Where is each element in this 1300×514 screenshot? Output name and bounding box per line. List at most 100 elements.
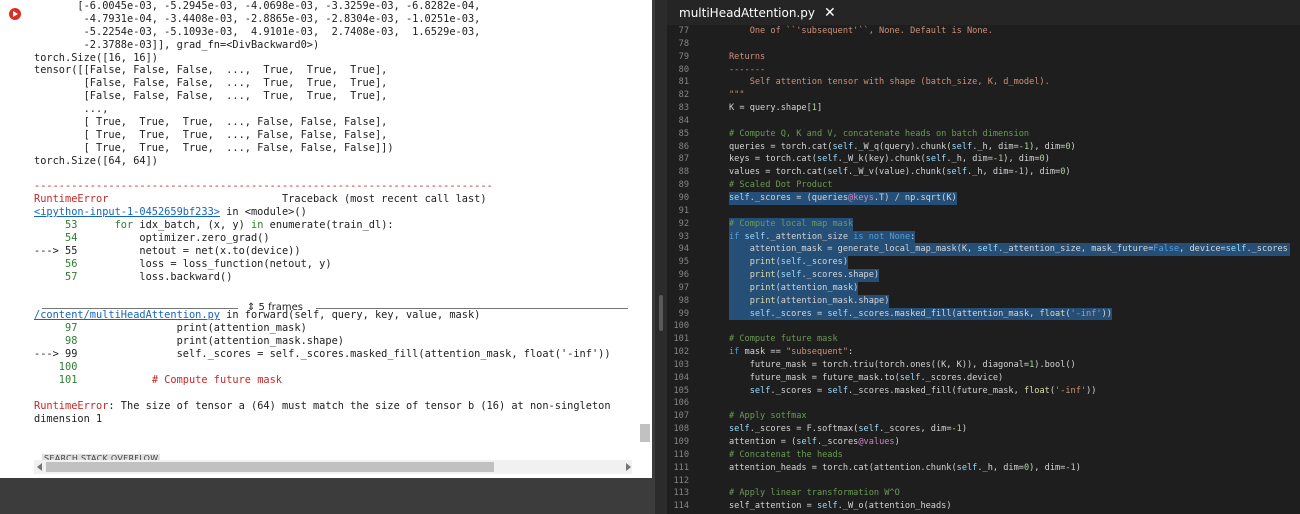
line-number: 77 (678, 26, 689, 36)
output-line: -2.3788e-03]], grad_fn=<DivBackward0>) (34, 38, 320, 51)
code-line[interactable]: 96 print(self._scores.shape) (667, 269, 1300, 282)
code-text: Self attention tensor with shape (batch_… (729, 77, 1050, 88)
traceback-label: Traceback (most recent call last) (108, 193, 487, 206)
scroll-left-arrow-icon[interactable] (37, 463, 42, 471)
code-line[interactable]: 85 # Compute Q, K and V, concatenate head… (667, 128, 1300, 141)
code-line[interactable]: 80 ------- (667, 64, 1300, 77)
line-number: 113 (673, 488, 689, 499)
code-line[interactable]: 77 One of ``'subsequent'``, None. Defaul… (667, 25, 1300, 38)
traceback-code-line: 101 # Compute future mask (34, 374, 634, 387)
output-line: [False, False, False, ..., True, True, T… (34, 77, 388, 90)
code-line[interactable]: 92 # Compute local map mask (667, 217, 1300, 231)
traceback-line-number: 101 (34, 373, 78, 386)
error-name: RuntimeError (34, 193, 109, 206)
code-line[interactable]: 82 """ (667, 89, 1300, 102)
code-line[interactable]: 86 queries = torch.cat(self._W_q(query).c… (667, 141, 1300, 154)
line-number: 83 (678, 103, 689, 114)
code-line[interactable]: 109 attention = (self._scores@values) (667, 436, 1300, 449)
code-text: self._scores = self._scores.masked_fill(… (749, 385, 1097, 396)
code-line[interactable]: 88 values = torch.cat(self._W_v(value).ch… (667, 166, 1300, 179)
code-line[interactable]: 111 attention_heads = torch.cat(attention… (667, 462, 1300, 475)
run-cell-button[interactable] (9, 8, 21, 20)
code-line[interactable]: 114 self_attention = self._W_o(attention_… (667, 500, 1300, 513)
editor-scrollbar[interactable] (1290, 25, 1300, 514)
output-vertical-scrollbar[interactable] (638, 0, 652, 478)
code-line[interactable]: 102 if mask == "subsequent": (667, 346, 1300, 359)
search-stack-overflow-button[interactable]: SEARCH STACK OVERFLOW (42, 454, 161, 460)
scroll-right-arrow-icon[interactable] (626, 463, 631, 471)
line-number: 105 (673, 385, 689, 396)
code-line[interactable]: 81 Self attention tensor with shape (bat… (667, 76, 1300, 89)
output-line: torch.Size([16, 16]) (34, 51, 158, 64)
cell-output: [-6.0045e-03, -5.2945e-03, -4.0698e-03, … (34, 0, 634, 425)
traceback-code-line: 100 (34, 361, 634, 374)
output-vertical-scroll-thumb[interactable] (640, 424, 650, 442)
output-line: [-6.0045e-03, -5.2945e-03, -4.0698e-03, … (34, 0, 481, 12)
output-line: tensor([[False, False, False, ..., True,… (34, 64, 388, 77)
line-number: 110 (673, 449, 689, 460)
code-text: self._scores = (queries@keys.T) / np.sqr… (729, 191, 957, 205)
error-name: RuntimeError (34, 399, 109, 412)
line-number: 84 (678, 115, 689, 126)
code-line[interactable]: 98 print(attention_mask.shape) (667, 294, 1300, 308)
editor-tab[interactable]: multiHeadAttention.py ✕ (679, 0, 836, 25)
notebook-pane: [-6.0045e-03, -5.2945e-03, -4.0698e-03, … (0, 0, 655, 514)
traceback-line-number: ---> 55 (34, 244, 78, 257)
code-line[interactable]: 100 (667, 320, 1300, 333)
code-line[interactable]: 99 self._scores = self._scores.masked_fi… (667, 307, 1300, 321)
code-line[interactable]: 78 (667, 38, 1300, 51)
line-number: 79 (678, 51, 689, 62)
traceback-code-line: ---> 55 netout = net(x.to(device)) (34, 245, 634, 258)
line-number: 87 (678, 154, 689, 165)
line-number: 114 (673, 501, 689, 512)
code-line[interactable]: 101 # Compute future mask (667, 333, 1300, 346)
code-line[interactable]: 103 future_mask = torch.triu(torch.ones(… (667, 359, 1300, 372)
code-line[interactable]: 91 (667, 205, 1300, 218)
line-number: 93 (678, 231, 689, 242)
line-number: 100 (673, 321, 689, 332)
code-line[interactable]: 108 self._scores = F.softmax(self._scores… (667, 423, 1300, 436)
output-horizontal-scroll-thumb[interactable] (46, 462, 494, 472)
line-number: 99 (678, 308, 689, 319)
frames-toggle[interactable]: ⇕ 5 frames (247, 302, 303, 313)
code-line[interactable]: 79 Returns (667, 51, 1300, 64)
code-line[interactable]: 90 self._scores = (queries@keys.T) / np.s… (667, 191, 1300, 205)
line-number: 104 (673, 372, 689, 383)
code-line[interactable]: 94 attention_mask = generate_local_map_m… (667, 243, 1300, 257)
code-line[interactable]: 84 (667, 115, 1300, 128)
code-line[interactable]: 83 K = query.shape[1] (667, 102, 1300, 115)
line-number: 111 (673, 462, 689, 473)
ipython-input-link[interactable]: <ipython-input-1-0452659bf233> (34, 206, 220, 218)
code-text: loss.backward() (77, 270, 233, 283)
code-text: """ (729, 90, 745, 101)
code-line[interactable]: 93 if self._attention_size is not None: (667, 230, 1300, 244)
code-text: print(attention_mask.shape) (77, 335, 344, 348)
pane-splitter[interactable] (655, 0, 667, 514)
code-line[interactable]: 87 keys = torch.cat(self._W_k(key).chunk(… (667, 153, 1300, 166)
splitter-grip[interactable] (659, 295, 663, 331)
code-text: optimizer.zero_grad() (77, 232, 270, 245)
close-icon[interactable]: ✕ (824, 5, 836, 21)
line-number: 86 (678, 141, 689, 152)
code-line[interactable]: 113 # Apply linear transformation W^O (667, 487, 1300, 500)
editor-tab-title: multiHeadAttention.py (679, 5, 815, 20)
code-text: netout = net(x.to(device)) (77, 244, 301, 257)
traceback-line-number: 98 (34, 335, 78, 348)
code-text: values = torch.cat(self._W_v(value).chun… (729, 167, 1071, 178)
code-line[interactable]: 89 # Scaled Dot Product (667, 179, 1300, 192)
code-line[interactable]: 97 print(attention_mask) (667, 281, 1300, 295)
code-area[interactable]: 77 One of ``'subsequent'``, None. Defaul… (667, 25, 1300, 514)
code-line[interactable]: 107 # Apply sotfmax (667, 410, 1300, 423)
keyword: in (251, 219, 264, 232)
code-line[interactable]: 104 future_mask = future_mask.to(self._s… (667, 372, 1300, 385)
code-line[interactable]: 105 self._scores = self._scores.masked_f… (667, 385, 1300, 398)
frames-collapse-row[interactable]: ⇕ 5 frames (42, 302, 628, 315)
line-number: 80 (678, 64, 689, 75)
code-line[interactable]: 95 print(self._scores) (667, 256, 1300, 270)
code-line[interactable]: 112 (667, 475, 1300, 488)
code-text: print(self._scores.shape) (729, 269, 880, 282)
code-line[interactable]: 110 # Concatenat the heads (667, 449, 1300, 462)
code-line[interactable]: 106 (667, 397, 1300, 410)
